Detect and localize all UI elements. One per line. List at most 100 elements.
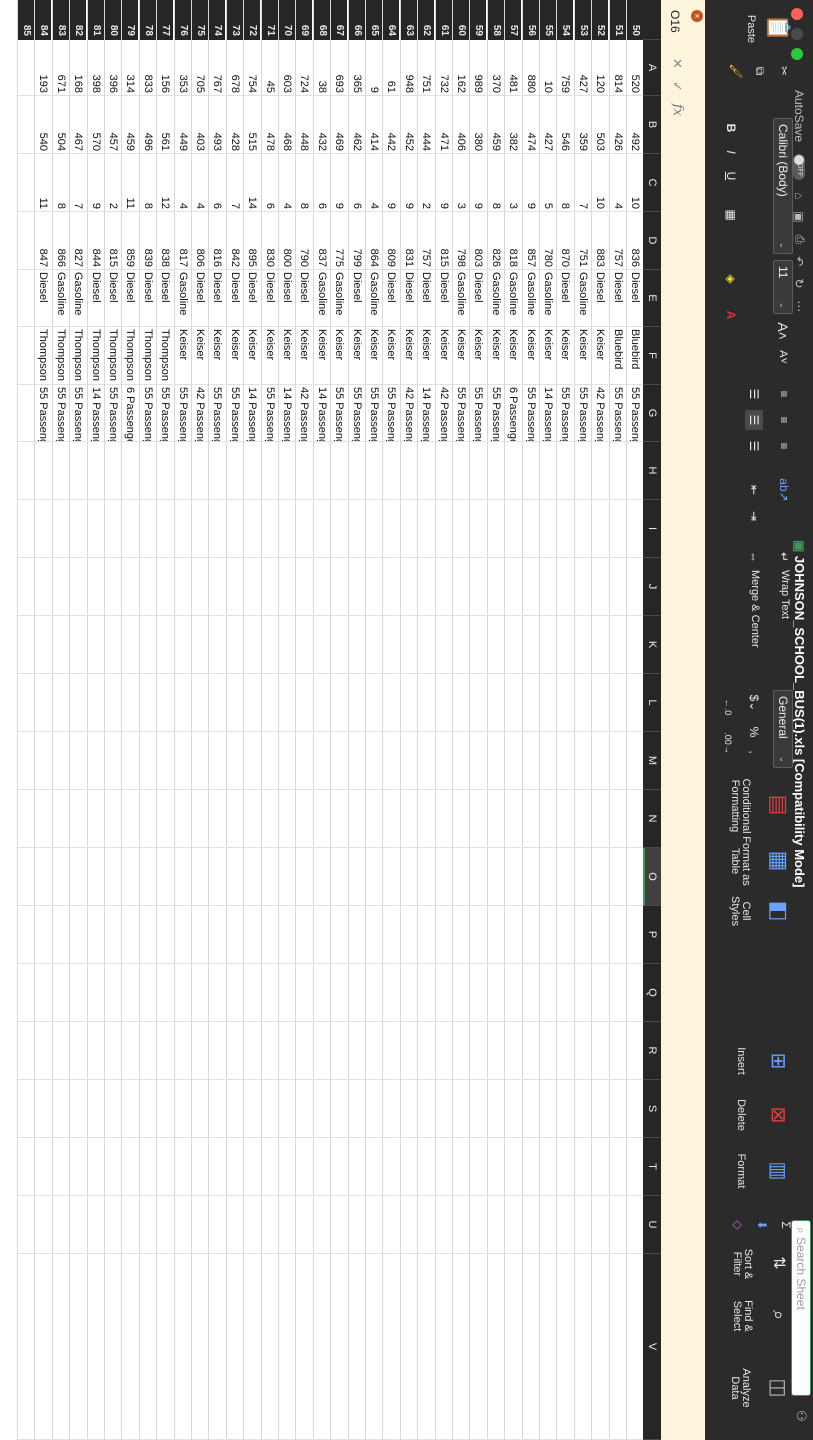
cell-b[interactable]: 546 xyxy=(557,96,574,154)
cell-k[interactable] xyxy=(453,616,469,674)
cell-c[interactable]: 3 xyxy=(453,154,469,212)
cell-v[interactable] xyxy=(331,1254,348,1440)
cell-h[interactable] xyxy=(226,442,243,500)
cell-q[interactable] xyxy=(609,964,626,1022)
cell-o[interactable] xyxy=(18,848,34,906)
cell-j[interactable] xyxy=(87,558,104,616)
cell-p[interactable] xyxy=(453,906,469,964)
cell-c[interactable]: 3 xyxy=(505,154,522,212)
cell-n[interactable] xyxy=(435,790,452,848)
cell-c[interactable]: 4 xyxy=(174,154,191,212)
cell-e[interactable]: Diesel xyxy=(279,270,295,327)
cell-a[interactable]: 398 xyxy=(87,40,104,96)
cell-m[interactable] xyxy=(139,732,156,790)
cell-g[interactable]: 55 Passenger xyxy=(574,385,591,442)
cell-s[interactable] xyxy=(313,1080,330,1138)
cell-q[interactable] xyxy=(522,964,539,1022)
cell-r[interactable] xyxy=(435,1022,452,1080)
cell-u[interactable] xyxy=(592,1196,609,1254)
cell-a[interactable]: 61 xyxy=(383,40,400,96)
decrease-font-size-icon[interactable]: A˅ xyxy=(773,346,793,368)
cell-h[interactable] xyxy=(174,442,191,500)
insert-button[interactable]: Insert xyxy=(735,1040,747,1082)
cell-d[interactable]: 780 xyxy=(540,212,556,270)
cell-d[interactable]: 870 xyxy=(557,212,574,270)
cell-q[interactable] xyxy=(279,964,295,1022)
cell-a[interactable]: 732 xyxy=(435,40,452,96)
cell-t[interactable] xyxy=(244,1138,261,1196)
cell-a[interactable]: 767 xyxy=(209,40,226,96)
cell-b[interactable]: 492 xyxy=(627,96,643,154)
cell-m[interactable] xyxy=(70,732,87,790)
row-header[interactable]: 84 xyxy=(35,0,52,40)
cell-c[interactable]: 8 xyxy=(296,154,313,212)
cell-p[interactable] xyxy=(540,906,556,964)
cell-a[interactable]: 370 xyxy=(487,40,504,96)
column-header-q[interactable]: Q xyxy=(643,964,661,1022)
cell-v[interactable] xyxy=(261,1254,278,1440)
column-header-p[interactable]: P xyxy=(643,906,661,964)
cell-l[interactable] xyxy=(505,674,522,732)
cell-p[interactable] xyxy=(226,906,243,964)
cell-i[interactable] xyxy=(18,500,34,558)
cell-p[interactable] xyxy=(192,906,208,964)
cell-v[interactable] xyxy=(279,1254,295,1440)
merge-center-button[interactable]: Merge & Center xyxy=(749,570,761,648)
cell-q[interactable] xyxy=(226,964,243,1022)
cell-d[interactable]: 815 xyxy=(435,212,452,270)
cell-a[interactable]: 38 xyxy=(313,40,330,96)
cell-e[interactable]: Gasoline xyxy=(52,270,69,327)
cell-m[interactable] xyxy=(296,732,313,790)
cell-f[interactable]: Keiser xyxy=(331,327,348,385)
cell-v[interactable] xyxy=(296,1254,313,1440)
cell-p[interactable] xyxy=(574,906,591,964)
fill-icon[interactable]: ⬇ xyxy=(753,1216,771,1234)
cell-t[interactable] xyxy=(70,1138,87,1196)
cell-q[interactable] xyxy=(470,964,487,1022)
cell-v[interactable] xyxy=(192,1254,208,1440)
cell-a[interactable]: 948 xyxy=(400,40,417,96)
cell-h[interactable] xyxy=(52,442,69,500)
decrease-indent-icon[interactable]: ⇤ xyxy=(745,480,763,500)
cell-k[interactable] xyxy=(105,616,121,674)
cell-f[interactable]: Keiser xyxy=(453,327,469,385)
cell-m[interactable] xyxy=(348,732,365,790)
cell-p[interactable] xyxy=(105,906,121,964)
cell-e[interactable]: Gasoline xyxy=(70,270,87,327)
cell-t[interactable] xyxy=(487,1138,504,1196)
cell-n[interactable] xyxy=(383,790,400,848)
cell-s[interactable] xyxy=(522,1080,539,1138)
cell-s[interactable] xyxy=(383,1080,400,1138)
percent-icon[interactable]: % xyxy=(745,722,763,742)
cell-g[interactable]: 55 Passenger xyxy=(366,385,382,442)
cell-s[interactable] xyxy=(35,1080,52,1138)
cell-f[interactable]: Thompson xyxy=(122,327,139,385)
cell-styles-button[interactable]: Cell Styles xyxy=(729,890,752,932)
cell-t[interactable] xyxy=(279,1138,295,1196)
cell-n[interactable] xyxy=(331,790,348,848)
align-bottom-icon[interactable]: ≡ xyxy=(775,436,793,456)
cell-c[interactable]: 4 xyxy=(192,154,208,212)
cell-s[interactable] xyxy=(418,1080,435,1138)
cell-i[interactable] xyxy=(296,500,313,558)
cell-o[interactable] xyxy=(540,848,556,906)
cell-s[interactable] xyxy=(105,1080,121,1138)
format-button[interactable]: Format xyxy=(735,1150,747,1192)
row-header[interactable]: 61 xyxy=(435,0,452,40)
cell-u[interactable] xyxy=(192,1196,208,1254)
cell-v[interactable] xyxy=(209,1254,226,1440)
cell-r[interactable] xyxy=(366,1022,382,1080)
cell-q[interactable] xyxy=(348,964,365,1022)
cell-g[interactable]: 14 Passenger xyxy=(540,385,556,442)
cell-g[interactable]: 55 Passenger xyxy=(627,385,643,442)
cell-i[interactable] xyxy=(453,500,469,558)
cell-n[interactable] xyxy=(592,790,609,848)
cell-b[interactable]: 561 xyxy=(157,96,174,154)
column-header-g[interactable]: G xyxy=(643,385,661,442)
cell-l[interactable] xyxy=(209,674,226,732)
row-header[interactable]: 50 xyxy=(627,0,643,40)
cell-e[interactable]: Gasoline xyxy=(174,270,191,327)
cell-u[interactable] xyxy=(453,1196,469,1254)
cell-d[interactable]: 836 xyxy=(627,212,643,270)
cell-l[interactable] xyxy=(122,674,139,732)
